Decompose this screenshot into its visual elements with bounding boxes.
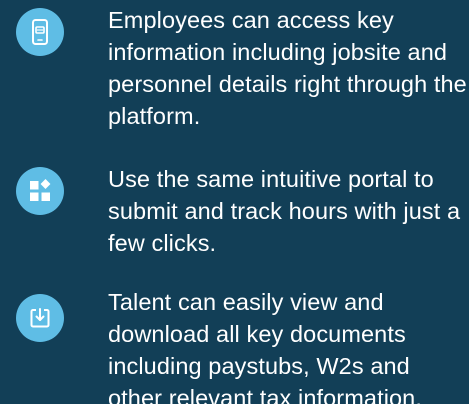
apps-grid-icon xyxy=(16,167,64,215)
mobile-chat-icon xyxy=(16,8,64,56)
features-panel: Employees can access key information inc… xyxy=(0,0,469,404)
download-document-icon xyxy=(16,294,64,342)
feature-text: Use the same intuitive portal to submit … xyxy=(108,166,461,256)
feature-text: Employees can access key information inc… xyxy=(108,7,467,129)
feature-text: Talent can easily view and download all … xyxy=(108,289,422,404)
